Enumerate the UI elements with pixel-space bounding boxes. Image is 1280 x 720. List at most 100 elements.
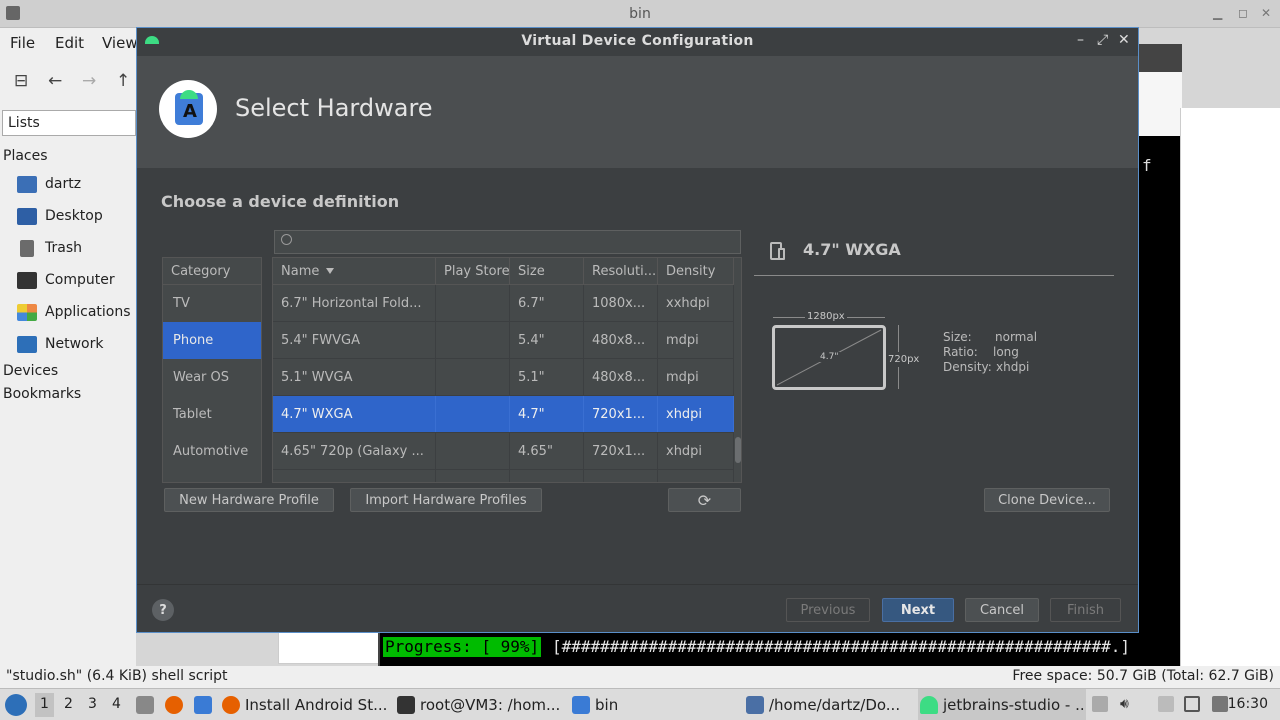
category-automotive[interactable]: Automotive <box>163 433 261 470</box>
progress-label: Progress: [ 99%] <box>383 637 542 657</box>
task-terminal[interactable]: root@VM3: /hom... <box>397 689 565 720</box>
refresh-button[interactable]: ⟳ <box>668 488 741 512</box>
minimize-icon[interactable]: – <box>1077 32 1084 48</box>
sort-descending-icon <box>326 268 335 274</box>
clock[interactable]: 16:30 <box>1228 696 1268 712</box>
preview-title: 4.7" WXGA <box>803 240 901 259</box>
new-tab-icon[interactable]: ⊟ <box>14 71 28 91</box>
sidebar-item-applications[interactable]: Applications <box>17 301 131 323</box>
sidebar-item-dartz[interactable]: dartz <box>17 173 81 195</box>
finish-button[interactable]: Finish <box>1050 598 1121 622</box>
cell-play-store <box>436 322 510 358</box>
terminal-window: f <box>1138 136 1180 666</box>
maximize-icon[interactable]: ◻ <box>1238 6 1248 20</box>
new-hardware-profile-button[interactable]: New Hardware Profile <box>164 488 334 512</box>
spec-density-value: xhdpi <box>996 360 1030 374</box>
firefox-launcher-icon[interactable] <box>165 696 183 714</box>
sidebar-item-network[interactable]: Network <box>17 333 103 355</box>
cell-name: 4" WVGA (Nexus S) <box>273 470 436 482</box>
search-input[interactable] <box>297 233 737 251</box>
category-tv[interactable]: TV <box>163 285 261 322</box>
dialog-header: Select Hardware <box>137 56 1138 168</box>
page-title: Select Hardware <box>235 94 433 122</box>
menu-view[interactable]: View <box>102 34 138 52</box>
network-tray-icon[interactable] <box>1212 696 1228 712</box>
category-tablet[interactable]: Tablet <box>163 396 261 433</box>
menu-file[interactable]: File <box>10 34 35 52</box>
eject-icon[interactable] <box>1092 696 1108 712</box>
sidebar-item-desktop[interactable]: Desktop <box>17 205 103 227</box>
device-table: Name Play Store Size Resoluti... Density… <box>272 257 742 483</box>
cell-play-store <box>436 396 510 432</box>
file-manager-launcher-icon[interactable] <box>136 696 154 714</box>
category-phone[interactable]: Phone <box>163 322 261 359</box>
table-row[interactable]: 4" WVGA (Nexus S) 4.0" 480x8... hdpi <box>273 470 734 482</box>
import-hardware-profiles-button[interactable]: Import Hardware Profiles <box>350 488 542 512</box>
file-manager-statusbar: "studio.sh" (6.4 KiB) shell script Free … <box>0 666 1280 688</box>
table-scrollbar[interactable] <box>734 285 741 482</box>
start-menu-icon[interactable] <box>5 694 27 716</box>
column-header-name[interactable]: Name <box>273 258 436 284</box>
workspace-1[interactable]: 1 <box>35 693 54 717</box>
help-button[interactable]: ? <box>152 599 174 621</box>
home-folder-icon <box>17 175 37 193</box>
table-row[interactable]: 5.4" FWVGA 5.4" 480x8... mdpi <box>273 322 734 359</box>
category-header[interactable]: Category <box>163 258 261 285</box>
table-row[interactable]: 4.65" 720p (Galaxy ... 4.65" 720x1... xh… <box>273 433 734 470</box>
workspace-4[interactable]: 4 <box>112 696 121 712</box>
desktop-launcher-icon[interactable] <box>194 696 212 714</box>
display-icon[interactable] <box>1184 696 1200 712</box>
progress-bar-text: [#######################################… <box>552 637 1130 656</box>
file-list-pane <box>1180 108 1280 666</box>
column-header-play-store[interactable]: Play Store <box>436 258 510 284</box>
task-label: bin <box>595 695 619 714</box>
device-search[interactable] <box>274 230 741 254</box>
taskbar: 1 2 3 4 Install Android St... root@VM3: … <box>0 688 1280 720</box>
task-file-manager[interactable]: bin <box>572 689 740 720</box>
clipboard-icon[interactable] <box>1158 696 1174 712</box>
maximize-icon[interactable]: ⤢ <box>1097 32 1108 48</box>
table-row[interactable]: 6.7" Horizontal Fold... 6.7" 1080x... xx… <box>273 285 734 322</box>
next-button[interactable]: Next <box>882 598 954 622</box>
column-header-resolution[interactable]: Resoluti... <box>584 258 658 284</box>
sidebar-item-label: Trash <box>45 240 82 256</box>
cell-density: hdpi <box>658 470 734 482</box>
table-row-selected[interactable]: 4.7" WXGA 4.7" 720x1... xhdpi <box>273 396 734 433</box>
sidebar-mode-select[interactable]: Lists <box>2 110 136 136</box>
cancel-button[interactable]: Cancel <box>965 598 1039 622</box>
task-android-studio[interactable]: jetbrains-studio - ... <box>918 689 1086 720</box>
clone-device-button[interactable]: Clone Device... <box>984 488 1110 512</box>
close-icon[interactable]: ✕ <box>1118 32 1130 48</box>
column-header-density[interactable]: Density <box>658 258 734 284</box>
cell-size: 4.0" <box>510 470 584 482</box>
sidebar-item-trash[interactable]: Trash <box>17 237 82 259</box>
forward-icon[interactable]: → <box>82 71 96 91</box>
places-header: Places <box>3 148 48 164</box>
table-row[interactable]: 5.1" WVGA 5.1" 480x8... mdpi <box>273 359 734 396</box>
android-icon <box>920 695 938 714</box>
volume-icon[interactable]: 🔊︎ <box>1120 696 1136 712</box>
category-wear-os[interactable]: Wear OS <box>163 359 261 396</box>
cell-resolution: 1080x... <box>584 285 658 321</box>
width-label: 1280px <box>805 311 847 322</box>
scrollbar-thumb[interactable] <box>735 437 741 463</box>
dialog-titlebar: Virtual Device Configuration – ⤢ ✕ <box>137 28 1138 55</box>
minimize-icon[interactable]: ▁ <box>1213 6 1222 20</box>
back-icon[interactable]: ← <box>48 71 62 91</box>
device-frame-icon-overlay <box>778 248 785 260</box>
up-icon[interactable]: ↑ <box>116 71 130 91</box>
column-header-size[interactable]: Size <box>510 258 584 284</box>
dialog-title: Virtual Device Configuration <box>521 33 754 49</box>
spec-size-key: Size: <box>943 330 972 344</box>
menu-edit[interactable]: Edit <box>55 34 84 52</box>
cell-resolution: 720x1... <box>584 396 658 432</box>
sidebar-item-computer[interactable]: Computer <box>17 269 115 291</box>
previous-button[interactable]: Previous <box>786 598 870 622</box>
background-window <box>1138 44 1182 136</box>
task-firefox[interactable]: Install Android St... <box>222 689 390 720</box>
divider <box>754 275 1114 276</box>
workspace-2[interactable]: 2 <box>64 696 73 712</box>
task-editor[interactable]: /home/dartz/Do... <box>746 689 914 720</box>
workspace-3[interactable]: 3 <box>88 696 97 712</box>
close-icon[interactable]: ✕ <box>1261 6 1271 20</box>
